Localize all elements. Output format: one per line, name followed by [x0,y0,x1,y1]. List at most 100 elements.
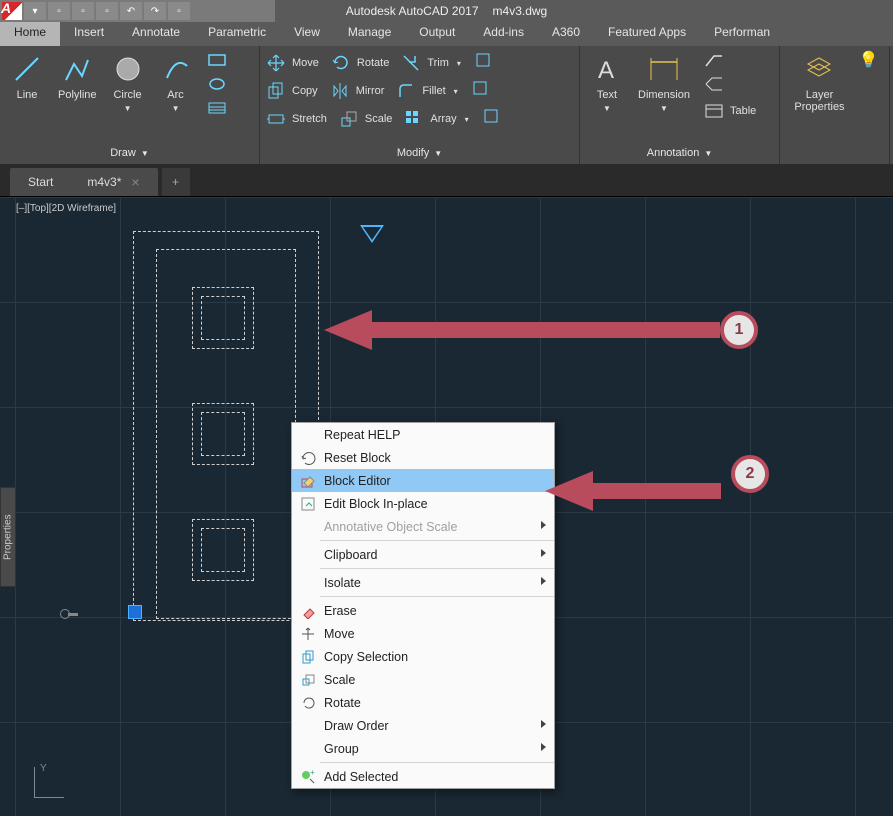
fillet-button[interactable]: Fillet ▾ [396,78,457,104]
panel-layers-title [786,144,883,162]
qat-open-icon[interactable]: ▫ [48,2,70,20]
menu-move[interactable]: Move [292,622,554,645]
viewcube-arrow-icon[interactable] [360,225,384,243]
hatch-icon[interactable] [207,98,227,118]
copy-icon [266,81,286,101]
close-icon[interactable]: × [131,174,139,190]
circle-button[interactable]: Circle▼ [107,50,149,115]
menu-scale[interactable]: Scale [292,668,554,691]
block-panel-2[interactable] [192,403,254,465]
chevron-right-icon [541,521,546,529]
ribbon-tab-output[interactable]: Output [405,22,469,46]
arrow-body [372,322,720,338]
properties-palette-tab[interactable]: Properties [0,487,16,587]
qat-save-icon[interactable]: ▫ [72,2,94,20]
tab-m4v3[interactable]: m4v3*× [69,168,157,196]
menu-isolate[interactable]: Isolate [292,571,554,594]
menu-erase[interactable]: Erase [292,599,554,622]
app-logo[interactable] [2,2,22,20]
ribbon-tab-annotate[interactable]: Annotate [118,22,194,46]
mleader-icon[interactable] [704,74,724,94]
line-button[interactable]: Line [6,50,48,103]
ribbon-tab-featured apps[interactable]: Featured Apps [594,22,700,46]
arrow-body [593,483,721,499]
mirror-button[interactable]: Mirror [330,78,385,104]
table-button[interactable]: Table [704,98,756,124]
viewport-label[interactable]: [–][Top][2D Wireframe] [16,203,116,214]
menu-copy-selection[interactable]: Copy Selection [292,645,554,668]
ribbon-tab-parametric[interactable]: Parametric [194,22,280,46]
viewport[interactable]: [–][Top][2D Wireframe] Properties Repeat… [0,196,893,816]
bedit-icon [298,472,318,490]
panel-layers: Layer Properties 💡 [780,46,890,164]
context-menu: Repeat HELPReset BlockBlock EditorEdit B… [291,422,555,789]
move-icon [266,53,286,73]
blank-icon [298,546,318,564]
rotate-button[interactable]: Rotate [331,50,389,76]
menu-repeat-help[interactable]: Repeat HELP [292,423,554,446]
selection-grip[interactable] [128,605,142,619]
menu-block-editor[interactable]: Block Editor [292,469,554,492]
dimension-icon [647,52,681,86]
polyline-button[interactable]: Polyline [54,50,101,103]
qat-new-icon[interactable]: ▾ [24,2,46,20]
ellipse-icon[interactable] [207,74,227,94]
leader-icon[interactable] [704,50,724,70]
menu-annotative-object-scale: Annotative Object Scale [292,515,554,538]
copy-button[interactable]: Copy [266,78,318,104]
blank-icon [298,426,318,444]
qat-redo-icon[interactable]: ↷ [144,2,166,20]
panel-draw: Line Polyline Circle▼ Arc▼ Draw▼ [0,46,260,164]
panel-modify-title[interactable]: Modify▼ [266,144,573,162]
qat-print-icon[interactable]: ▫ [168,2,190,20]
text-button[interactable]: A Text▼ [586,50,628,115]
chevron-right-icon [541,743,546,751]
block-panel-1[interactable] [192,287,254,349]
extra-icon-0[interactable] [473,50,493,70]
ribbon-tab-manage[interactable]: Manage [334,22,405,46]
tab-add[interactable]: + [162,168,190,196]
extra-icon-1[interactable] [470,78,490,98]
stretch-icon [266,109,286,129]
trim-button[interactable]: Trim ▾ [401,50,461,76]
marker-circle-1: 1 [720,311,758,349]
menu-group[interactable]: Group [292,737,554,760]
ribbon-tab-performan[interactable]: Performan [700,22,784,46]
rect-icon[interactable] [207,50,227,70]
menu-clipboard[interactable]: Clipboard [292,543,554,566]
ribbon: Line Polyline Circle▼ Arc▼ Draw▼ MoveRo [0,46,893,164]
extra-icon-2[interactable] [481,106,501,126]
arc-button[interactable]: Arc▼ [155,50,197,115]
qat-undo-icon[interactable]: ↶ [120,2,142,20]
panel-draw-title[interactable]: Draw▼ [6,144,253,162]
dimension-button[interactable]: Dimension▼ [634,50,694,115]
ribbon-tab-add-ins[interactable]: Add-ins [469,22,538,46]
ribbon-tab-a360[interactable]: A360 [538,22,594,46]
array-button[interactable]: Array ▾ [404,106,468,132]
qat-saveas-icon[interactable]: ▫ [96,2,118,20]
menu-rotate[interactable]: Rotate [292,691,554,714]
move-button[interactable]: Move [266,50,319,76]
menu-draw-order[interactable]: Draw Order [292,714,554,737]
stretch-button[interactable]: Stretch [266,106,327,132]
blank-icon [298,574,318,592]
block-panel-3[interactable] [192,519,254,581]
tab-start[interactable]: Start [10,168,71,196]
ribbon-tab-view[interactable]: View [280,22,334,46]
scale-button[interactable]: Scale [339,106,393,132]
menu-add-selected[interactable]: +Add Selected [292,765,554,788]
menu-reset-block[interactable]: Reset Block [292,446,554,469]
layer-properties-button[interactable]: Layer Properties [790,50,848,115]
line-icon [10,52,44,86]
arrow-head-icon [324,310,372,350]
panel-annotation-title[interactable]: Annotation▼ [586,144,773,162]
chevron-right-icon [541,720,546,728]
menu-edit-block-in-place[interactable]: Edit Block In-place [292,492,554,515]
mirror-icon [330,81,350,101]
ribbon-tab-home[interactable]: Home [0,22,60,46]
menu-separator [320,540,554,541]
ribbon-tab-insert[interactable]: Insert [60,22,118,46]
fillet-icon [396,81,416,101]
plus-icon: + [172,175,179,189]
bulb-icon[interactable]: 💡 [859,50,879,70]
